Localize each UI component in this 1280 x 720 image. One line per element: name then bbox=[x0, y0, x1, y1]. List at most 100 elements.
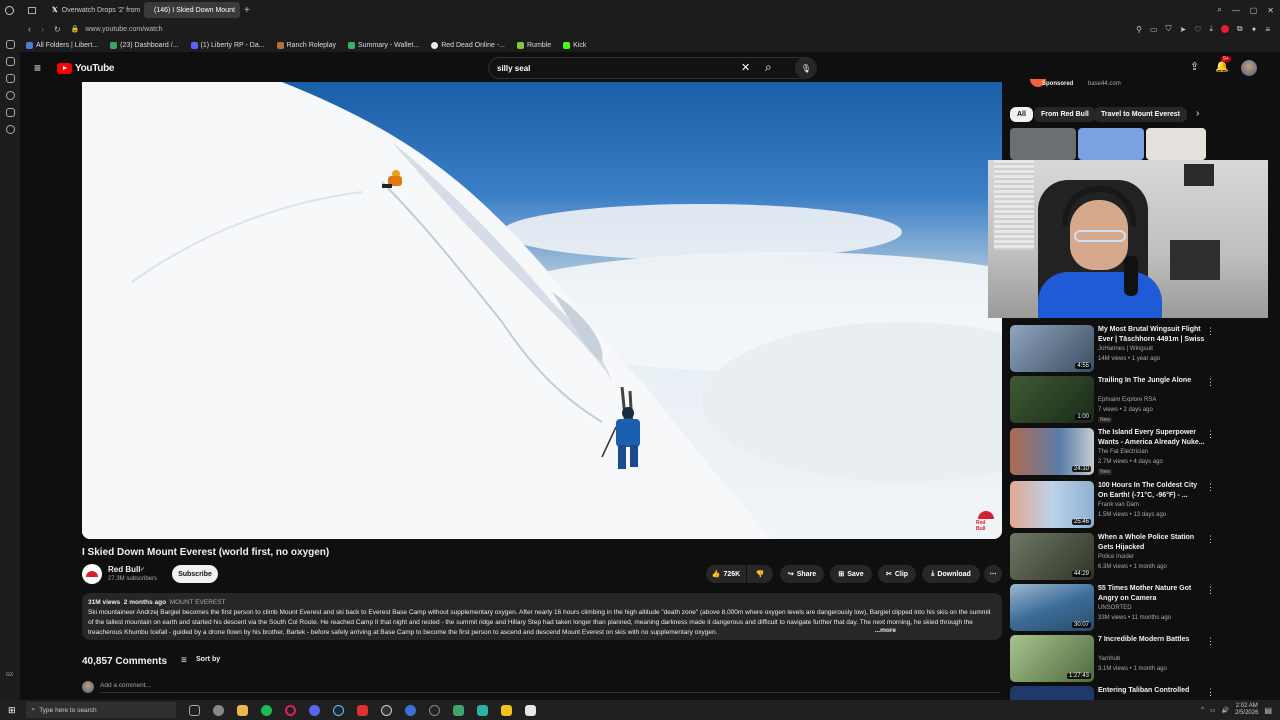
shield-icon[interactable]: ⛉ bbox=[1165, 24, 1171, 34]
speed-dial-icon[interactable] bbox=[5, 40, 15, 49]
video-thumbnail[interactable]: 1:00 bbox=[1010, 376, 1094, 423]
recommendation-channel[interactable]: Ephraim Explore RSA bbox=[1098, 397, 1156, 403]
more-link[interactable]: ...more bbox=[870, 626, 896, 636]
more-vert-icon[interactable]: ⋮ bbox=[1206, 377, 1215, 388]
download-button[interactable]: ⤓ Download bbox=[922, 565, 980, 583]
history-icon[interactable] bbox=[5, 91, 15, 100]
youtube-logo-icon[interactable] bbox=[57, 63, 72, 74]
bookmark-item[interactable]: Kick bbox=[563, 41, 586, 49]
recommendation-title[interactable]: 100 Hours In The Coldest City On Earth! … bbox=[1098, 481, 1206, 500]
volume-icon[interactable]: 🔊 bbox=[1222, 707, 1229, 714]
taskbar-search-input[interactable]: ⌕ Type here to search bbox=[25, 702, 176, 718]
search-icon[interactable]: ⌕ bbox=[765, 60, 772, 75]
url-field[interactable]: www.youtube.com/watch bbox=[85, 26, 162, 33]
chip-travel-everest[interactable]: Travel to Mount Everest bbox=[1094, 107, 1187, 122]
windows-start-icon[interactable]: ⊞ bbox=[8, 705, 16, 716]
video-thumbnail[interactable]: 1:27:43 bbox=[1010, 635, 1094, 682]
recommendation-item[interactable]: 1:27:43 7 Incredible Modern Battles Yarn… bbox=[1010, 635, 1220, 685]
dislike-button[interactable]: 👎 bbox=[747, 565, 773, 583]
more-vert-icon[interactable]: ⋮ bbox=[1206, 585, 1215, 596]
recommendation-channel[interactable]: The Fat Electrician bbox=[1098, 449, 1148, 455]
recommendation-item[interactable]: 44:29 When a Whole Police Station Gets H… bbox=[1010, 533, 1220, 583]
heart-icon[interactable]: ♡ bbox=[1194, 25, 1201, 34]
recommendation-item[interactable]: Entering Taliban Controlled ⋮ bbox=[1010, 686, 1220, 700]
video-player[interactable]: Red Bull bbox=[82, 82, 1002, 539]
video-thumbnail[interactable] bbox=[1010, 686, 1094, 700]
chip-from-red-bull[interactable]: From Red Bull bbox=[1034, 107, 1096, 122]
player-icon[interactable] bbox=[5, 74, 15, 83]
tab-panel-icon[interactable] bbox=[28, 6, 36, 14]
recommendation-item[interactable]: 4:55 My Most Brutal Wingsuit Flight Ever… bbox=[1010, 325, 1220, 375]
clock-time[interactable]: 2:02 AM bbox=[1236, 703, 1258, 710]
search-tabs-icon[interactable]: ⌕ bbox=[1217, 5, 1221, 15]
partial-thumbnail[interactable] bbox=[1010, 128, 1076, 160]
settings-gear-icon[interactable] bbox=[212, 704, 224, 716]
discord-icon[interactable] bbox=[308, 704, 320, 716]
recommendation-channel[interactable]: Yarnhub bbox=[1098, 656, 1120, 662]
video-thumbnail[interactable]: 25:46 bbox=[1010, 481, 1094, 528]
app-green-icon[interactable] bbox=[452, 704, 464, 716]
description-box[interactable]: 31M views 2 months ago MOUNT EVEREST Ski… bbox=[82, 593, 1002, 640]
recommendation-item[interactable]: 24:10 The Island Every Superpower Wants … bbox=[1010, 428, 1220, 478]
video-thumbnail[interactable]: 44:29 bbox=[1010, 533, 1094, 580]
share-button[interactable]: ↪ Share bbox=[780, 565, 824, 583]
pin-icon[interactable]: ⚲ bbox=[1136, 25, 1142, 34]
recommendation-item[interactable]: 1:00 Trailing In The Jungle Alone Ephrai… bbox=[1010, 376, 1220, 426]
recommendation-title[interactable]: When a Whole Police Station Gets Hijacke… bbox=[1098, 533, 1206, 552]
steam-icon[interactable] bbox=[332, 704, 344, 716]
youtube-logo-text[interactable]: YouTube bbox=[75, 63, 115, 74]
spotify-icon[interactable] bbox=[260, 704, 272, 716]
bookmark-item[interactable]: Rumble bbox=[517, 41, 551, 49]
more-actions-button[interactable]: ⋯ bbox=[984, 565, 1002, 583]
more-vert-icon[interactable]: ⋮ bbox=[1206, 687, 1215, 698]
network-icon[interactable]: ▭ bbox=[1210, 707, 1216, 714]
search-input[interactable]: silly seal bbox=[488, 57, 808, 79]
tray-chevron-icon[interactable]: ^ bbox=[1201, 707, 1204, 713]
forward-icon[interactable]: › bbox=[41, 24, 44, 34]
app-dark-icon[interactable] bbox=[428, 704, 440, 716]
video-thumbnail[interactable]: 4:55 bbox=[1010, 325, 1094, 372]
channel-avatar[interactable] bbox=[82, 564, 102, 584]
notification-center-icon[interactable]: ▤ bbox=[1264, 706, 1272, 715]
add-comment-input[interactable]: Add a comment... bbox=[100, 682, 1000, 693]
channel-name[interactable]: Red Bull bbox=[108, 565, 140, 574]
recommendation-title[interactable]: Trailing In The Jungle Alone bbox=[1098, 376, 1206, 386]
recommendation-item[interactable]: 25:46 100 Hours In The Coldest City On E… bbox=[1010, 481, 1220, 531]
recommendation-channel[interactable]: JoHannes | Wingsuit bbox=[1098, 346, 1153, 352]
recommendation-title[interactable]: Entering Taliban Controlled bbox=[1098, 686, 1206, 696]
recommendation-title[interactable]: 55 Times Mother Nature Got Angry on Came… bbox=[1098, 584, 1206, 603]
bookmark-item[interactable]: Ranch Roleplay bbox=[276, 41, 336, 49]
browser-tab-active[interactable]: (146) I Skied Down Mount bbox=[144, 2, 240, 18]
task-view-icon[interactable] bbox=[188, 704, 200, 716]
close-window-icon[interactable]: ✕ bbox=[1267, 6, 1274, 15]
create-upload-icon[interactable]: ⇪ bbox=[1190, 60, 1199, 73]
app-blue-icon[interactable] bbox=[404, 704, 416, 716]
hamburger-menu-icon[interactable]: ≡ bbox=[34, 61, 41, 75]
chevron-right-icon[interactable]: › bbox=[1196, 108, 1199, 119]
clip-button[interactable]: ✂ Clip bbox=[878, 565, 916, 583]
recommendation-title[interactable]: My Most Brutal Wingsuit Flight Ever | Tä… bbox=[1098, 325, 1206, 344]
browser-logo-icon[interactable] bbox=[5, 5, 14, 15]
sort-icon[interactable]: ≡ bbox=[181, 655, 187, 666]
app-yellow-icon[interactable] bbox=[500, 704, 512, 716]
browser-tab[interactable]: 𝕏 Overwatch Drops '2' from bbox=[46, 2, 142, 18]
obs-icon[interactable] bbox=[380, 704, 392, 716]
rockstar-icon[interactable] bbox=[356, 704, 368, 716]
new-tab-icon[interactable]: + bbox=[244, 5, 250, 16]
more-vert-icon[interactable]: ⋮ bbox=[1206, 636, 1215, 647]
recommendation-channel[interactable]: UNSORTED bbox=[1098, 605, 1132, 611]
video-thumbnail[interactable]: 30:07 bbox=[1010, 584, 1094, 631]
download-icon[interactable]: ⤓ bbox=[1209, 24, 1213, 34]
messenger-icon[interactable] bbox=[5, 57, 15, 66]
clear-search-icon[interactable]: ✕ bbox=[741, 61, 750, 74]
back-icon[interactable]: ‹ bbox=[28, 24, 31, 34]
bookmark-item[interactable]: Summary - Wallet... bbox=[347, 41, 419, 49]
like-button[interactable]: 👍 726K bbox=[706, 565, 746, 583]
partial-thumbnail[interactable] bbox=[1146, 128, 1206, 160]
partial-thumbnail[interactable] bbox=[1078, 128, 1144, 160]
recommendation-title[interactable]: 7 Incredible Modern Battles bbox=[1098, 635, 1206, 645]
avatar[interactable] bbox=[1241, 60, 1257, 76]
recommendation-title[interactable]: The Island Every Superpower Wants - Amer… bbox=[1098, 428, 1206, 447]
recommendation-item[interactable]: 30:07 55 Times Mother Nature Got Angry o… bbox=[1010, 584, 1220, 634]
opera-gx-icon[interactable] bbox=[284, 704, 296, 716]
